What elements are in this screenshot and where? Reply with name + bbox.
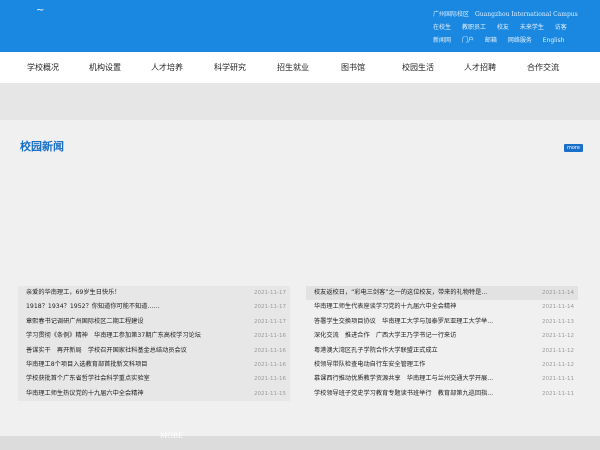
campus-name: 广州国际校区 Guangzhou International Campus xyxy=(433,9,578,18)
news-date: 2021-11-14 xyxy=(542,304,574,311)
top-link-mail[interactable]: 邮箱 xyxy=(485,37,497,44)
more-button[interactable]: more xyxy=(564,144,583,152)
news-title[interactable]: 章熙春书记调研广州国际校区二期工程建设 xyxy=(26,315,144,329)
nav-item-education[interactable]: 人才培养 xyxy=(151,52,183,84)
news-date: 2021-11-12 xyxy=(542,361,574,368)
footer-strip xyxy=(0,436,600,450)
news-date: 2021-11-12 xyxy=(542,333,574,340)
news-item[interactable]: 学习贯彻《条例》精神 华南理工参加第37期广东高校学习论坛 2021-11-16 xyxy=(18,329,290,343)
nav-item-cooperation[interactable]: 合作交流 xyxy=(527,52,559,84)
news-title[interactable]: 华南理工师生代表座谈学习党的十九届六中全会精神 xyxy=(314,300,456,314)
news-title[interactable]: 校领导带队检查电动自行车安全管理工作 xyxy=(314,358,425,372)
nav-item-library[interactable]: 图书馆 xyxy=(341,52,365,84)
news-date: 2021-11-13 xyxy=(542,318,574,325)
nav-item-campus-life[interactable]: 校园生活 xyxy=(402,52,434,84)
news-date: 2021-11-15 xyxy=(254,390,286,397)
news-date: 2021-11-11 xyxy=(542,376,574,383)
news-item[interactable]: 校友返校日，“彩电三剑客”之一的这位校友，带来的礼物特是... 2021-11-1… xyxy=(306,286,578,301)
news-date: 2021-11-17 xyxy=(254,318,286,325)
top-link-future-students[interactable]: 未来学生 xyxy=(520,24,544,31)
top-links-audience: 在校生 教职员工 校友 未来学生 访客 xyxy=(433,22,576,31)
news-item[interactable]: 答署学生交换项目协议 华南理工大学与加泰罗尼亚理工大学举... 2021-11-1… xyxy=(306,315,578,329)
top-link-visitors[interactable]: 访客 xyxy=(555,24,567,31)
news-date: 2021-11-11 xyxy=(542,390,574,397)
news-item[interactable]: 学校领导班子党史学习教育专题读书班举行 教育部第九巡回指... 2021-11-1… xyxy=(306,387,578,401)
top-link-portal[interactable]: 门户 xyxy=(462,37,474,44)
news-item[interactable]: 亲爱的华南理工，69岁生日快乐！ 2021-11-17 xyxy=(18,286,290,300)
news-title[interactable]: 华南理工8个项目入选教育部首批新文科项目 xyxy=(26,358,148,372)
news-item[interactable]: 华南理工8个项目入选教育部首批新文科项目 2021-11-16 xyxy=(18,358,290,372)
news-item[interactable]: 校领导带队检查电动自行车安全管理工作 2021-11-12 xyxy=(306,358,578,372)
news-date: 2021-11-14 xyxy=(542,290,574,296)
news-date: 2021-11-16 xyxy=(254,347,286,354)
news-item[interactable]: 章熙春书记调研广州国际校区二期工程建设 2021-11-17 xyxy=(18,315,290,329)
news-date: 2021-11-17 xyxy=(254,290,286,296)
nav-item-about[interactable]: 学校概况 xyxy=(27,52,59,84)
campus-name-cn: 广州国际校区 xyxy=(433,11,470,18)
news-list-left: 亲爱的华南理工，69岁生日快乐！ 2021-11-17 1918？1934？195… xyxy=(18,286,290,402)
news-item[interactable]: 善谋实干 再开新局 学校召开国家社科基金总结动员会议 2021-11-16 xyxy=(18,344,290,358)
news-title[interactable]: 学习贯彻《条例》精神 华南理工参加第37期广东高校学习论坛 xyxy=(26,329,201,343)
more-link[interactable]: MORE xyxy=(160,432,183,440)
section-title: 校园新闻 xyxy=(20,140,64,153)
top-link-english[interactable]: English xyxy=(543,37,565,44)
header: ~ 广州国际校区 Guangzhou International Campus 在… xyxy=(0,0,600,52)
news-item[interactable]: 慕课西行推动优质教学资源共享 华南理工与兰州交通大学开展... 2021-11-1… xyxy=(306,372,578,386)
nav-item-departments[interactable]: 机构设置 xyxy=(89,52,121,84)
news-item[interactable]: 华南理工师生热议党的十九届六中全会精神 2021-11-15 xyxy=(18,387,290,401)
top-link-network[interactable]: 网络服务 xyxy=(508,37,532,44)
nav-item-admissions[interactable]: 招生就业 xyxy=(277,52,309,84)
main-nav: 学校概况 机构设置 人才培养 科学研究 招生就业 图书馆 校园生活 人才招聘 合… xyxy=(0,52,600,84)
news-title[interactable]: 慕课西行推动优质教学资源共享 华南理工与兰州交通大学开展... xyxy=(314,372,493,386)
news-title[interactable]: 华南理工师生热议党的十九届六中全会精神 xyxy=(26,387,144,401)
top-link-staff[interactable]: 教职员工 xyxy=(462,24,486,31)
news-item[interactable]: 学校获批首个广东省哲学社会科学重点实验室 2021-11-16 xyxy=(18,372,290,386)
top-link-alumni[interactable]: 校友 xyxy=(497,24,509,31)
news-date: 2021-11-17 xyxy=(254,304,286,311)
news-item[interactable]: 华南理工师生代表座谈学习党的十九届六中全会精神 2021-11-14 xyxy=(306,300,578,314)
news-date: 2021-11-16 xyxy=(254,376,286,383)
news-title[interactable]: 校友返校日，“彩电三剑客”之一的这位校友，带来的礼物特是... xyxy=(314,286,487,300)
news-title[interactable]: 粤港澳大湾区孔子学院合作大学联盟正式成立 xyxy=(314,344,438,358)
news-title[interactable]: 答署学生交换项目协议 华南理工大学与加泰罗尼亚理工大学举... xyxy=(314,315,493,329)
top-link-students[interactable]: 在校生 xyxy=(433,24,451,31)
campus-name-en: Guangzhou International Campus xyxy=(475,11,578,18)
news-item[interactable]: 1918？1934？1952？你知道你可能不知道…… 2021-11-17 xyxy=(18,300,290,314)
news-date: 2021-11-16 xyxy=(254,333,286,340)
news-title[interactable]: 学校领导班子党史学习教育专题读书班举行 教育部第九巡回指... xyxy=(314,387,493,401)
nav-item-research[interactable]: 科学研究 xyxy=(214,52,246,84)
school-logo[interactable]: ~ xyxy=(36,5,44,16)
news-title[interactable]: 深化交流 推进合作 广西大学王乃学书记一行来访 xyxy=(314,329,456,343)
news-list-right: 校友返校日，“彩电三剑客”之一的这位校友，带来的礼物特是... 2021-11-1… xyxy=(306,286,578,402)
banner-placeholder xyxy=(0,84,600,120)
top-links-services: 新闻网 门户 邮箱 网络服务 English xyxy=(433,35,573,44)
news-item[interactable]: 粤港澳大湾区孔子学院合作大学联盟正式成立 2021-11-12 xyxy=(306,344,578,358)
nav-item-recruitment[interactable]: 人才招聘 xyxy=(464,52,496,84)
news-title[interactable]: 亲爱的华南理工，69岁生日快乐！ xyxy=(26,286,121,300)
news-date: 2021-11-16 xyxy=(254,361,286,368)
news-item[interactable]: 深化交流 推进合作 广西大学王乃学书记一行来访 2021-11-12 xyxy=(306,329,578,343)
news-title[interactable]: 1918？1934？1952？你知道你可能不知道…… xyxy=(26,300,160,314)
top-link-news[interactable]: 新闻网 xyxy=(433,37,451,44)
news-date: 2021-11-12 xyxy=(542,347,574,354)
news-title[interactable]: 学校获批首个广东省哲学社会科学重点实验室 xyxy=(26,372,150,386)
news-title[interactable]: 善谋实干 再开新局 学校召开国家社科基金总结动员会议 xyxy=(26,344,187,358)
